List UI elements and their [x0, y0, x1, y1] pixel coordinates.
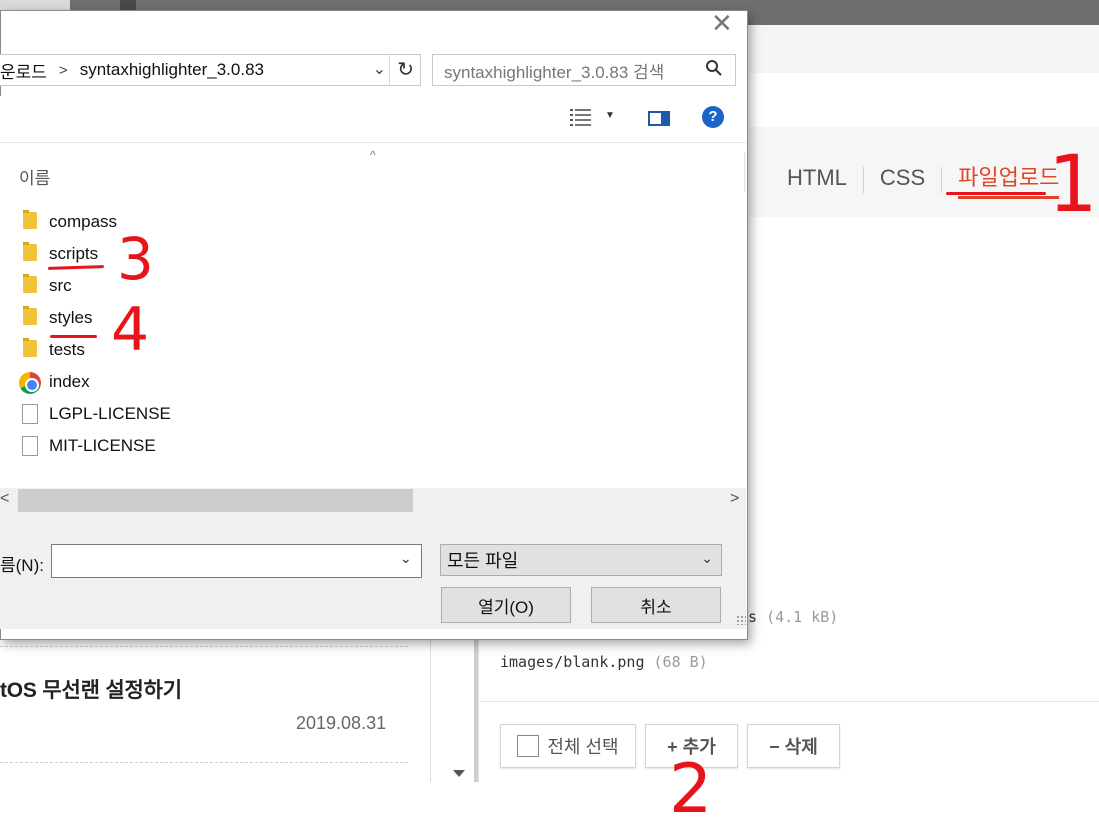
list-item-label: compass: [49, 212, 118, 231]
annotation-underline: [946, 192, 1046, 195]
tab-divider: [862, 166, 864, 193]
tab-html[interactable]: HTML: [787, 165, 847, 195]
chevron-right-icon[interactable]: >: [59, 62, 68, 79]
list-item-label: index: [49, 372, 90, 391]
divider: [480, 701, 1099, 702]
search-icon[interactable]: [705, 59, 723, 82]
column-header-name[interactable]: 이름: [19, 164, 50, 189]
scroll-left-icon[interactable]: <: [0, 490, 9, 508]
annotation-number: 1: [1048, 140, 1098, 230]
select-all-button[interactable]: 전체 선택: [500, 724, 636, 768]
search-input[interactable]: syntaxhighlighter_3.0.83 검색: [432, 54, 736, 86]
annotation-number: 4: [111, 295, 150, 365]
list-item[interactable]: src: [19, 272, 72, 300]
list-item[interactable]: compass: [19, 208, 117, 236]
file-type-value: 모든 파일: [447, 551, 519, 571]
uploaded-file-name: images/blank.png: [500, 653, 645, 671]
scroll-right-icon[interactable]: >: [730, 490, 739, 508]
browser-tab[interactable]: [0, 0, 70, 10]
preview-pane-icon[interactable]: [648, 111, 670, 126]
post-title-link[interactable]: tOS 무선랜 설정하기: [0, 674, 182, 704]
filename-label: 름(N):: [0, 556, 44, 575]
search-placeholder: syntaxhighlighter_3.0.83 검색: [444, 62, 665, 82]
uploaded-file-size: (68 B): [653, 653, 708, 671]
delete-file-button[interactable]: − 삭제: [747, 724, 840, 768]
file-type-select[interactable]: 모든 파일 ⌄: [440, 544, 722, 576]
annotation-underline: [50, 335, 97, 338]
folder-icon: [19, 274, 41, 296]
chevron-down-icon[interactable]: ⌄: [400, 550, 412, 567]
select-all-label: 전체 선택: [547, 737, 619, 757]
close-icon[interactable]: ✕: [711, 10, 733, 36]
folder-icon: [19, 242, 41, 264]
help-icon[interactable]: ?: [702, 106, 724, 128]
scrollbar[interactable]: [474, 640, 478, 782]
tab-divider: [941, 166, 943, 193]
select-all-checkbox[interactable]: [517, 735, 540, 757]
list-item[interactable]: MIT-LICENSE: [19, 432, 156, 460]
list-item-label: tests: [49, 340, 85, 359]
uploaded-file-name: s: [748, 608, 758, 626]
open-button[interactable]: 열기(O): [441, 587, 571, 623]
list-item[interactable]: tests: [19, 336, 85, 364]
new-tab-icon[interactable]: [120, 0, 136, 10]
annotation-number: 3: [117, 225, 154, 293]
post-divider: [0, 646, 408, 647]
folder-icon: [19, 306, 41, 328]
list-item[interactable]: index: [19, 368, 90, 396]
chevron-down-icon[interactable]: ⌄: [373, 59, 386, 79]
list-item-label: src: [49, 276, 72, 295]
divider: [389, 55, 390, 85]
uploaded-file-size: (4.1 kB): [766, 608, 839, 626]
list-item-label: scripts: [49, 244, 99, 263]
list-item[interactable]: styles: [19, 304, 92, 332]
uploaded-file-row[interactable]: images/blank.png (68 B): [500, 653, 708, 671]
caret-down-icon[interactable]: ▼: [605, 110, 615, 121]
column-divider[interactable]: [744, 152, 745, 192]
folder-icon: [19, 210, 41, 232]
uploaded-file-row[interactable]: s (4.1 kB): [748, 608, 838, 626]
scroll-down-arrow-icon[interactable]: [453, 770, 465, 777]
post-date: 2019.08.31: [296, 713, 387, 733]
tab-css[interactable]: CSS: [880, 165, 925, 195]
screenshot-stage: HTML CSS 파일업로드 s (4.1 kB) images/blank.p…: [0, 0, 1099, 819]
dialog-toolbar: [0, 96, 746, 142]
sidebar-divider: [430, 640, 431, 782]
breadcrumb[interactable]: 운로드 > syntaxhighlighter_3.0.83 ⌄ ↻: [0, 54, 421, 86]
sidebar: [0, 640, 478, 782]
annotation-number: 2: [669, 750, 713, 819]
filename-field[interactable]: [51, 544, 422, 578]
cancel-button[interactable]: 취소: [591, 587, 721, 623]
post-divider: [0, 762, 408, 763]
document-icon: [19, 404, 41, 424]
breadcrumb-current[interactable]: syntaxhighlighter_3.0.83: [80, 60, 264, 80]
breadcrumb-parent[interactable]: 운로드: [0, 58, 47, 83]
view-options-icon[interactable]: [570, 108, 592, 126]
document-icon: [19, 436, 41, 456]
chrome-file-icon: [19, 372, 41, 394]
list-item-label: MIT-LICENSE: [49, 436, 156, 455]
list-item-label: LGPL-LICENSE: [49, 404, 171, 423]
folder-icon: [19, 338, 41, 360]
scrollbar-thumb[interactable]: [18, 489, 413, 512]
refresh-icon[interactable]: ↻: [397, 57, 414, 82]
list-item[interactable]: scripts: [19, 240, 98, 268]
chevron-down-icon[interactable]: ⌄: [701, 550, 713, 567]
sort-up-icon: ^: [370, 148, 376, 162]
list-item[interactable]: LGPL-LICENSE: [19, 400, 171, 428]
list-item-label: styles: [49, 308, 93, 327]
resize-grip-icon[interactable]: [736, 615, 746, 625]
